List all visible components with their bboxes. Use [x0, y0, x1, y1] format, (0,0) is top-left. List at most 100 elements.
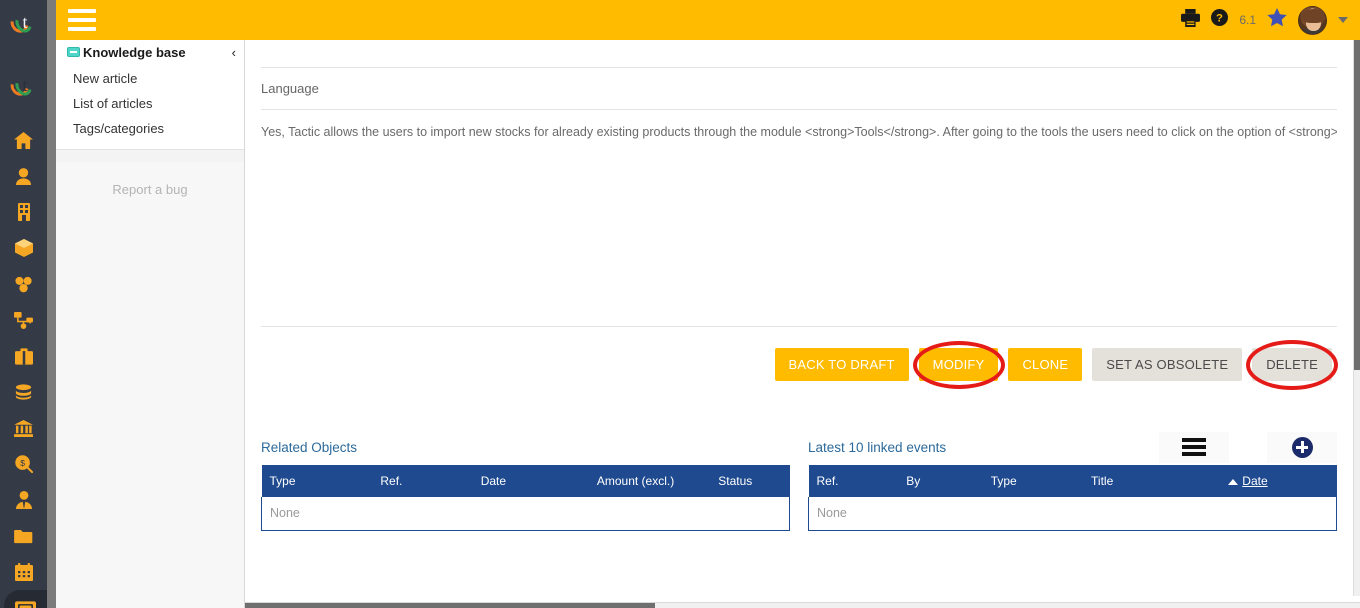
main-content-area: Language Yes, Tactic allows the users to… — [245, 40, 1353, 602]
back-to-draft-button[interactable]: BACK TO DRAFT — [774, 348, 909, 381]
svg-text:?: ? — [1216, 13, 1223, 25]
sort-asc-caret-icon — [1228, 478, 1239, 485]
help-circle-icon[interactable]: ? — [1211, 9, 1229, 31]
list-view-button[interactable] — [1159, 431, 1229, 463]
briefcase-icon — [14, 347, 33, 365]
printer-icon[interactable] — [1181, 8, 1201, 32]
column-by[interactable]: By — [898, 465, 983, 497]
column-date-sorted[interactable]: Date — [1220, 465, 1337, 497]
column-type[interactable]: Type — [982, 465, 1084, 497]
rail-item-documents[interactable] — [0, 518, 47, 554]
empty-state-cell: None — [808, 497, 1337, 531]
menu-item-list-of-articles[interactable]: List of articles — [56, 91, 244, 116]
icon-rail-sidebar: t t $ — [0, 0, 47, 608]
list-menu-icon — [1182, 438, 1206, 456]
hamburger-menu-icon[interactable] — [68, 9, 96, 31]
menu-header-knowledge-base[interactable]: Knowledge base ‹ — [56, 40, 244, 64]
report-a-bug-link[interactable]: Report a bug — [56, 182, 244, 197]
column-ref[interactable]: Ref. — [372, 465, 473, 497]
rail-item-workflow[interactable] — [0, 302, 47, 338]
add-event-button[interactable] — [1267, 431, 1337, 463]
tactic-logo-primary[interactable]: t — [0, 0, 47, 47]
folder-open-icon — [14, 529, 33, 544]
application-window: t t $ ? 6.1 Knowledge base ‹ New article… — [0, 0, 1360, 608]
user-avatar[interactable] — [1298, 5, 1327, 35]
rail-item-accounting[interactable] — [0, 410, 47, 446]
linked-events-panel: Latest 10 linked events Ref. By Type Tit… — [808, 429, 1337, 531]
empty-state-cell: None — [261, 497, 790, 531]
rail-item-calendar[interactable] — [0, 554, 47, 590]
horizontal-scrollbar-thumb[interactable] — [245, 603, 655, 608]
calendar-icon — [14, 563, 33, 581]
chevron-down-icon[interactable] — [1338, 17, 1348, 23]
menu-spacer — [56, 150, 244, 162]
column-amount-excl[interactable]: Amount (excl.) — [588, 465, 711, 497]
rail-item-quotes[interactable]: $ — [0, 446, 47, 482]
modify-button-wrap: MODIFY — [912, 340, 1005, 389]
set-as-obsolete-button-wrap: SET AS OBSOLETE — [1092, 348, 1243, 381]
rail-item-contacts[interactable] — [0, 158, 47, 194]
rail-item-projects[interactable] — [0, 338, 47, 374]
money-stack-icon — [14, 384, 33, 400]
menu-item-tags-categories[interactable]: Tags/categories — [56, 116, 244, 141]
column-type[interactable]: Type — [261, 465, 373, 497]
actions-separator — [261, 326, 1337, 348]
delete-button-wrap: DELETE — [1246, 339, 1339, 390]
plus-circle-icon — [1291, 436, 1313, 458]
column-date[interactable]: Date — [472, 465, 589, 497]
star-icon[interactable] — [1267, 8, 1287, 32]
column-ref[interactable]: Ref. — [808, 465, 899, 497]
article-action-buttons: BACK TO DRAFT MODIFY CLONE SET AS OBSOLE… — [261, 339, 1339, 390]
column-date-label[interactable]: Date — [1242, 474, 1267, 488]
window-icon — [15, 600, 36, 608]
boxes-stack-icon — [14, 276, 34, 293]
back-to-draft-button-wrap: BACK TO DRAFT — [774, 348, 909, 381]
menu-item-label: Tags/categories — [73, 121, 165, 136]
tactic-logo-secondary[interactable]: t — [0, 63, 47, 110]
rail-item-products[interactable] — [0, 230, 47, 266]
version-label: 6.1 — [1239, 13, 1256, 27]
clone-button[interactable]: CLONE — [1008, 348, 1083, 381]
table-header-row: Ref. By Type Title Date — [808, 465, 1337, 497]
user-icon — [16, 167, 31, 185]
menu-item-label: New article — [73, 71, 138, 86]
related-objects-header: Related Objects — [261, 429, 790, 465]
vertical-scrollbar-thumb[interactable] — [1354, 40, 1360, 370]
modify-button[interactable]: MODIFY — [918, 348, 999, 381]
top-header-actions: ? 6.1 — [1181, 5, 1348, 35]
language-label: Language — [261, 81, 319, 96]
set-as-obsolete-button[interactable]: SET AS OBSOLETE — [1092, 348, 1243, 381]
rail-item-home[interactable] — [0, 122, 47, 158]
column-status[interactable]: Status — [710, 465, 790, 497]
collapse-menu-icon[interactable]: ‹ — [232, 46, 236, 59]
rail-item-finance[interactable] — [0, 374, 47, 410]
related-objects-caption[interactable]: Related Objects — [261, 440, 357, 455]
svg-text:$: $ — [20, 458, 25, 468]
rail-item-companies[interactable] — [0, 194, 47, 230]
rail-item-hr[interactable] — [0, 482, 47, 518]
linked-events-caption[interactable]: Latest 10 linked events — [808, 440, 946, 455]
bottom-tables-section: Related Objects Type Ref. Date Amount (e… — [261, 429, 1337, 531]
table-header-row: Type Ref. Date Amount (excl.) Status — [261, 465, 790, 497]
rail-item-knowledge-base[interactable] — [4, 590, 47, 608]
knowledge-base-icon — [67, 47, 80, 57]
table-row: None — [261, 497, 790, 531]
vertical-scrollbar[interactable] — [1353, 40, 1360, 596]
building-icon — [17, 203, 31, 221]
rail-item-stock[interactable] — [0, 266, 47, 302]
menu-header-label: Knowledge base — [83, 44, 186, 60]
magnifier-dollar-icon: $ — [14, 455, 33, 473]
horizontal-scrollbar[interactable] — [245, 602, 1360, 608]
top-header-bar: ? 6.1 — [56, 0, 1360, 40]
content-top-rule — [261, 40, 1337, 68]
home-icon — [14, 131, 33, 149]
share-nodes-icon — [14, 311, 33, 329]
delete-button[interactable]: DELETE — [1252, 348, 1332, 381]
menu-item-list: New article List of articles Tags/catego… — [56, 64, 244, 149]
logo-letter: t — [22, 11, 28, 32]
rail-item-list: $ — [0, 122, 47, 608]
language-field-row: Language — [261, 68, 1337, 110]
column-title[interactable]: Title — [1083, 465, 1221, 497]
table-row: None — [808, 497, 1337, 531]
menu-item-new-article[interactable]: New article — [56, 66, 244, 91]
